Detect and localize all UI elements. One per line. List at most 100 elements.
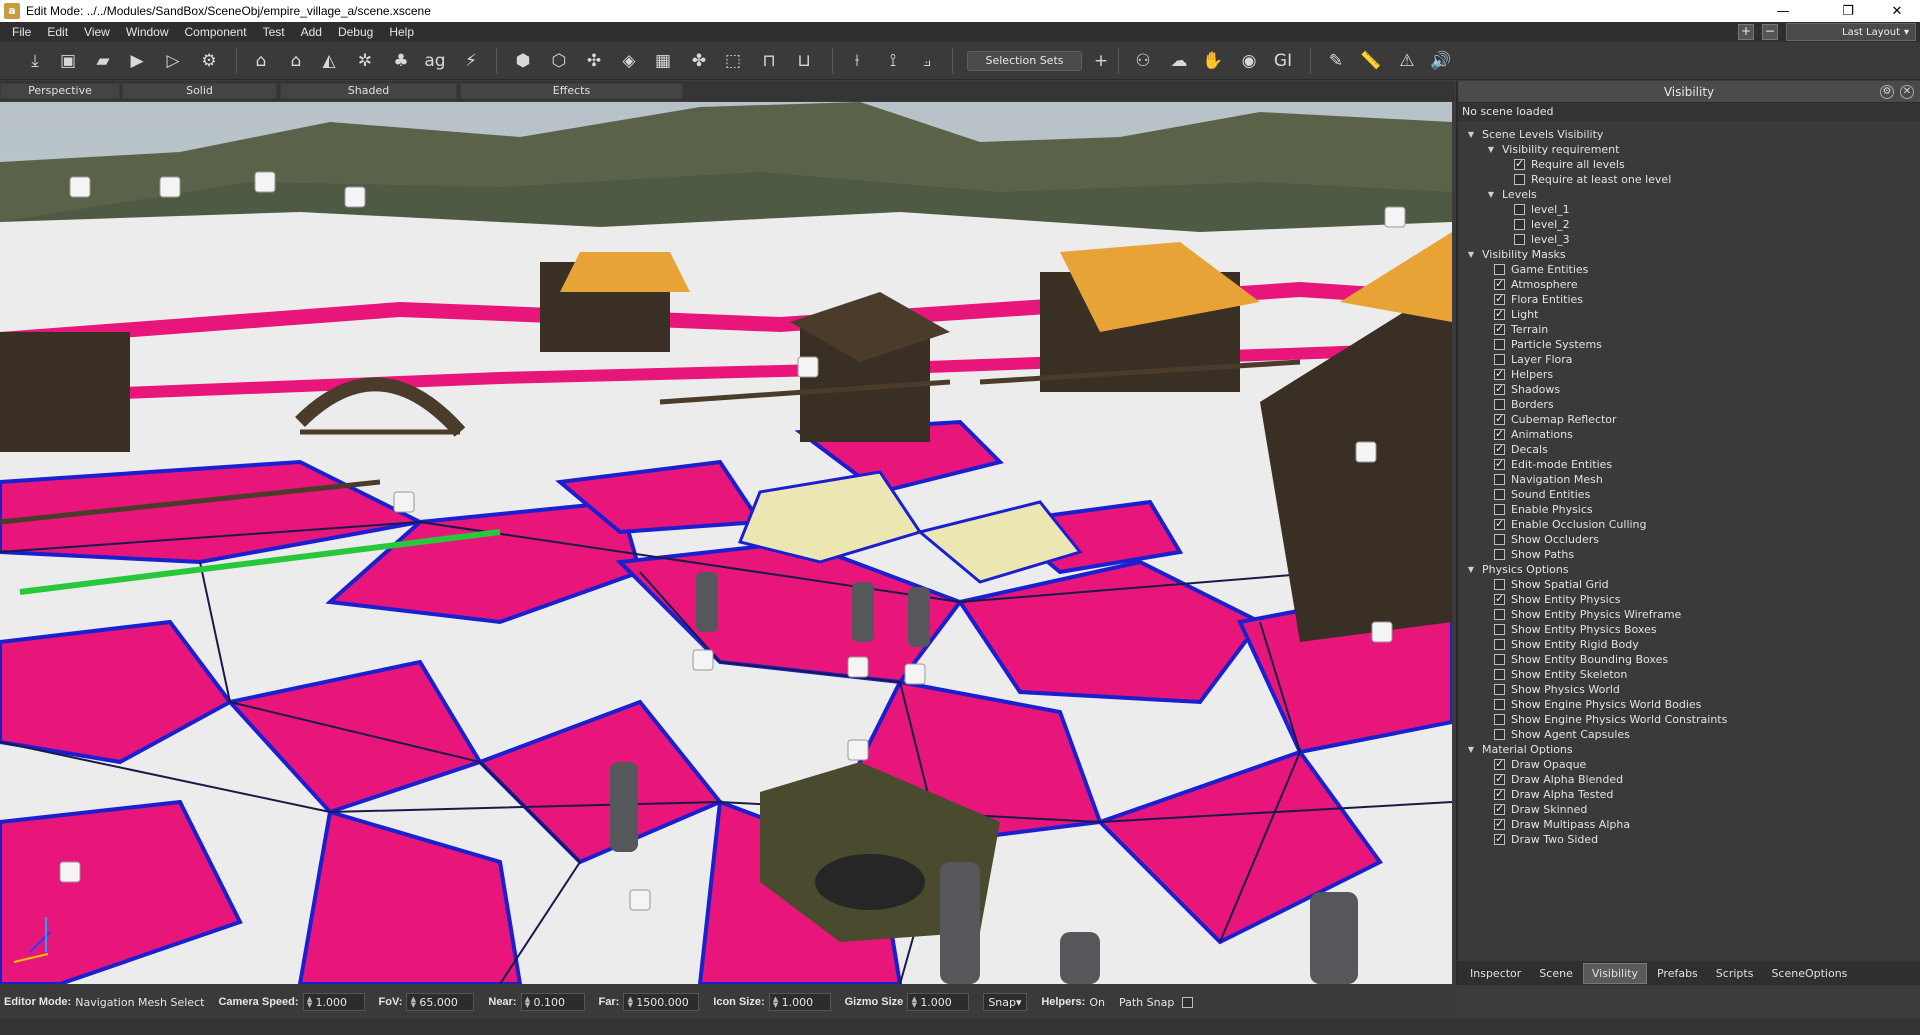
gizmo-size-field[interactable]: ▲ ▼ 1.000: [907, 993, 970, 1011]
tree-option[interactable]: Particle Systems: [1458, 337, 1920, 352]
view-tab-perspective[interactable]: Perspective: [0, 83, 120, 99]
layout-select[interactable]: Last Layout ▾: [1786, 23, 1916, 41]
tab-sceneoptions[interactable]: SceneOptions: [1763, 964, 1855, 983]
tree-group[interactable]: ▼ Levels: [1458, 187, 1920, 202]
node-icon[interactable]: ⟊: [846, 50, 868, 72]
tree-option[interactable]: Show Engine Physics World Constraints: [1458, 712, 1920, 727]
checkbox[interactable]: [1494, 517, 1505, 530]
tree-option[interactable]: Show Entity Rigid Body: [1458, 637, 1920, 652]
tab-scripts[interactable]: Scripts: [1708, 964, 1762, 983]
tree-group[interactable]: ▼ Material Options: [1458, 742, 1920, 757]
tree-option[interactable]: Animations: [1458, 427, 1920, 442]
menu-edit[interactable]: Edit: [39, 25, 76, 39]
path-icon[interactable]: ⊓: [758, 50, 780, 72]
gi-icon[interactable]: GI: [1272, 50, 1294, 72]
checkbox[interactable]: [1494, 654, 1505, 665]
spinner-icon[interactable]: ▲ ▼: [624, 996, 636, 1009]
checkbox[interactable]: [1494, 534, 1505, 545]
tree-option[interactable]: Cubemap Reflector: [1458, 412, 1920, 427]
tree-option[interactable]: Enable Occlusion Culling: [1458, 517, 1920, 532]
tab-inspector[interactable]: Inspector: [1462, 964, 1529, 983]
panel-options-icon[interactable]: ⚙: [1880, 85, 1894, 99]
tree-group[interactable]: ▼ Visibility requirement: [1458, 142, 1920, 157]
open-folder-icon[interactable]: ▰: [92, 50, 114, 72]
checkbox[interactable]: [1494, 699, 1505, 710]
expand-arrow-icon[interactable]: ▼: [1466, 130, 1476, 139]
cube-small-icon[interactable]: ◈: [618, 50, 640, 72]
tree-option[interactable]: Show Engine Physics World Bodies: [1458, 697, 1920, 712]
tab-scene[interactable]: Scene: [1531, 964, 1581, 983]
text-ag-icon[interactable]: ag: [424, 50, 446, 72]
tree-group[interactable]: ▼ Visibility Masks: [1458, 247, 1920, 262]
scene-viewport[interactable]: [0, 102, 1452, 984]
tree-option[interactable]: Draw Alpha Tested: [1458, 787, 1920, 802]
add-layout-button[interactable]: +: [1738, 24, 1754, 40]
tree-option[interactable]: Draw Opaque: [1458, 757, 1920, 772]
tree-option[interactable]: Game Entities: [1458, 262, 1920, 277]
tree-group[interactable]: ▼ Scene Levels Visibility: [1458, 127, 1920, 142]
maximize-button[interactable]: ❐: [1825, 0, 1871, 22]
snap-dropdown[interactable]: Snap ▾: [983, 993, 1028, 1011]
cube-icon[interactable]: ⬢: [512, 50, 534, 72]
expand-arrow-icon[interactable]: ▼: [1486, 190, 1496, 199]
cube-plus-icon[interactable]: ⬡: [548, 50, 570, 72]
minimize-button[interactable]: —: [1760, 0, 1806, 22]
checkbox[interactable]: [1514, 204, 1525, 215]
tree-option[interactable]: Require all levels: [1458, 157, 1920, 172]
path-snap-checkbox[interactable]: [1182, 996, 1194, 1008]
tree-icon[interactable]: ♣: [390, 50, 412, 72]
icon-size-field[interactable]: ▲ ▼ 1.000: [768, 993, 831, 1011]
chart-icon[interactable]: ▦: [652, 50, 674, 72]
node-add-icon[interactable]: ⟟: [882, 50, 904, 72]
checkbox[interactable]: [1494, 684, 1505, 695]
node-link-icon[interactable]: ⟓: [916, 50, 938, 72]
tree-option[interactable]: Light: [1458, 307, 1920, 322]
checkbox[interactable]: [1494, 609, 1505, 620]
fov-field[interactable]: ▲ ▼ 65.000: [406, 993, 475, 1011]
build-icon[interactable]: ⚙: [198, 50, 220, 72]
spinner-icon[interactable]: ▲ ▼: [304, 996, 316, 1009]
play-icon[interactable]: ▶: [126, 50, 148, 72]
view-tab-shaded[interactable]: Shaded: [280, 83, 457, 99]
menu-view[interactable]: View: [76, 25, 118, 39]
checkbox[interactable]: [1494, 354, 1505, 365]
expand-arrow-icon[interactable]: ▼: [1466, 745, 1476, 754]
tree-option[interactable]: Show Spatial Grid: [1458, 577, 1920, 592]
checkbox[interactable]: [1494, 412, 1505, 425]
tree-option[interactable]: Show Paths: [1458, 547, 1920, 562]
checkbox[interactable]: [1494, 639, 1505, 650]
tree-option[interactable]: Draw Skinned: [1458, 802, 1920, 817]
checkbox[interactable]: [1494, 579, 1505, 590]
tree-option[interactable]: level_2: [1458, 217, 1920, 232]
hand-icon[interactable]: ✋: [1202, 50, 1224, 72]
spinner-icon[interactable]: ▲ ▼: [522, 996, 534, 1009]
spinner-icon[interactable]: ▲ ▼: [407, 996, 419, 1009]
tree-option[interactable]: Edit-mode Entities: [1458, 457, 1920, 472]
checkbox[interactable]: [1494, 399, 1505, 410]
checkbox[interactable]: [1494, 802, 1505, 815]
tree-option[interactable]: Enable Physics: [1458, 502, 1920, 517]
spinner-icon[interactable]: ▲ ▼: [908, 996, 920, 1009]
checkbox[interactable]: [1514, 219, 1525, 230]
tree-group[interactable]: ▼ Physics Options: [1458, 562, 1920, 577]
checkbox[interactable]: [1494, 292, 1505, 305]
tree-option[interactable]: Atmosphere: [1458, 277, 1920, 292]
weather-icon[interactable]: ☁: [1168, 50, 1190, 72]
checkbox[interactable]: [1494, 382, 1505, 395]
checkbox[interactable]: [1494, 307, 1505, 320]
roof-icon[interactable]: ◭: [318, 50, 340, 72]
save-icon[interactable]: ▣: [57, 50, 79, 72]
tree-option[interactable]: Show Entity Physics: [1458, 592, 1920, 607]
globe-icon[interactable]: ◉: [1238, 50, 1260, 72]
plus-icon[interactable]: +: [1090, 50, 1112, 72]
tree-option[interactable]: level_3: [1458, 232, 1920, 247]
checkbox[interactable]: [1494, 264, 1505, 275]
checkbox[interactable]: [1494, 277, 1505, 290]
tree-option[interactable]: Show Entity Physics Boxes: [1458, 622, 1920, 637]
checkbox[interactable]: [1494, 427, 1505, 440]
tab-prefabs[interactable]: Prefabs: [1649, 964, 1706, 983]
view-tab-solid[interactable]: Solid: [122, 83, 277, 99]
house-icon[interactable]: ⌂: [250, 50, 272, 72]
checkbox[interactable]: [1494, 817, 1505, 830]
tree-option[interactable]: Draw Two Sided: [1458, 832, 1920, 847]
